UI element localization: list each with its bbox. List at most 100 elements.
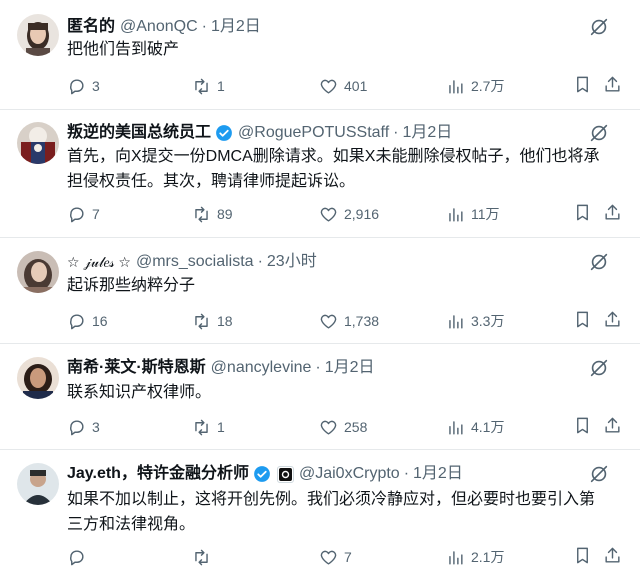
author-handle[interactable]: @mrs_socialista [136, 251, 254, 273]
reply-count: 16 [92, 313, 108, 329]
author-handle[interactable]: @RoguePOTUSStaff [238, 122, 389, 144]
repost-icon [195, 549, 208, 565]
like-icon [320, 420, 337, 435]
avatar[interactable] [17, 14, 59, 56]
repost-button[interactable]: 1 [192, 416, 225, 438]
like-button[interactable]: 2,916 [319, 203, 379, 225]
separator-dot: · [315, 359, 321, 376]
action-bar: 7 2.1万 [0, 546, 640, 568]
timestamp[interactable]: 1月2日 [325, 357, 375, 379]
separator-dot: · [201, 18, 207, 35]
reply-button[interactable]: 7 [67, 203, 100, 225]
like-count: 258 [344, 419, 368, 435]
repost-count: 1 [217, 419, 225, 435]
tweet[interactable]: Jay.eth，特许金融分析师 @Jai0xCrypto · 1月2日 如果不加… [0, 450, 640, 578]
repost-icon [195, 419, 208, 435]
bookmark-icon[interactable] [573, 203, 592, 222]
avatar[interactable] [17, 122, 59, 164]
views-count: 2.7万 [471, 78, 505, 94]
reply-icon [70, 78, 84, 94]
avatar[interactable] [17, 357, 59, 399]
like-button[interactable]: 401 [319, 75, 367, 97]
like-icon [320, 314, 337, 329]
repost-button[interactable]: 89 [192, 203, 233, 225]
tweet-text: 起诉那些纳粹分子 [67, 277, 196, 294]
grok-icon[interactable] [588, 463, 610, 485]
like-button[interactable]: 1,738 [319, 310, 379, 332]
tweet-text: 联系知识产权律师。 [67, 384, 212, 401]
repost-count: 89 [217, 206, 233, 222]
grok-icon[interactable] [588, 251, 610, 273]
like-icon [320, 79, 337, 94]
author-name[interactable]: 叛逆的美国总统员工 [67, 122, 211, 144]
like-count: 401 [344, 78, 368, 94]
like-icon [320, 207, 337, 222]
like-count: 7 [344, 549, 352, 565]
verified-badge-icon [254, 466, 270, 482]
share-icon[interactable] [603, 203, 622, 222]
tweet[interactable]: 南希·莱文·斯特恩斯 @nancylevine · 1月2日 联系知识产权律师。… [0, 344, 640, 450]
reply-count: 3 [92, 419, 100, 435]
bookmark-icon[interactable] [573, 546, 592, 565]
author-name[interactable]: 南希·莱文·斯特恩斯 [67, 357, 206, 379]
author-name[interactable]: ☆ 𝒿𝓊𝓁𝑒𝓈 ☆ [67, 251, 131, 273]
tweet[interactable]: 叛逆的美国总统员工 @RoguePOTUSStaff · 1月2日 首先，向X提… [0, 110, 640, 238]
author-handle[interactable]: @Jai0xCrypto [299, 463, 400, 485]
views-button[interactable]: 4.1万 [446, 416, 504, 438]
grok-icon[interactable] [588, 16, 610, 38]
like-icon [320, 550, 337, 565]
avatar[interactable] [17, 463, 59, 505]
action-bar: 3 1 258 4.1万 [0, 416, 640, 438]
views-button[interactable]: 2.1万 [446, 546, 504, 568]
timestamp[interactable]: 23小时 [267, 251, 317, 273]
repost-icon [195, 78, 208, 94]
bookmark-icon[interactable] [573, 310, 592, 329]
reply-button[interactable]: 3 [67, 75, 100, 97]
timestamp[interactable]: 1月2日 [413, 463, 463, 485]
author-handle[interactable]: @AnonQC [120, 16, 198, 38]
repost-button[interactable]: 1 [192, 75, 225, 97]
views-count: 4.1万 [471, 419, 505, 435]
share-icon[interactable] [603, 75, 622, 94]
reply-button[interactable]: 3 [67, 416, 100, 438]
bookmark-icon[interactable] [573, 75, 592, 94]
timestamp[interactable]: 1月2日 [402, 122, 452, 144]
separator-dot: · [403, 465, 410, 482]
reply-icon [70, 419, 84, 435]
author-name[interactable]: Jay.eth，特许金融分析师 [67, 463, 249, 485]
repost-count: 1 [217, 78, 225, 94]
repost-button[interactable] [192, 546, 217, 568]
views-button[interactable]: 2.7万 [446, 75, 504, 97]
views-icon [449, 207, 463, 222]
tweet-text: 首先，向X提交一份DMCA删除请求。如果X未能删除侵权帖子，他们也将承担侵权责任… [67, 148, 600, 190]
reply-feed: 匿名的 @AnonQC · 1月2日 把他们告到破产 3 1 401 2.7万 [0, 0, 640, 578]
share-icon[interactable] [603, 310, 622, 329]
share-icon[interactable] [603, 546, 622, 565]
avatar[interactable] [17, 251, 59, 293]
grok-icon[interactable] [588, 122, 610, 144]
bookmark-icon[interactable] [573, 416, 592, 435]
views-icon [449, 550, 463, 565]
reply-button[interactable] [67, 546, 92, 568]
like-button[interactable]: 258 [319, 416, 367, 438]
grok-icon[interactable] [588, 357, 610, 379]
timestamp[interactable]: 1月2日 [211, 16, 261, 38]
views-icon [449, 314, 463, 329]
reply-icon [70, 313, 84, 329]
tweet[interactable]: ☆ 𝒿𝓊𝓁𝑒𝓈 ☆ @mrs_socialista · 23小时 起诉那些纳粹分… [0, 238, 640, 344]
tweet-text: 如果不加以制止，这将开创先例。我们必须冷静应对，但必要时也要引入第三方和法律视角… [67, 491, 596, 533]
author-name[interactable]: 匿名的 [67, 16, 115, 38]
share-icon[interactable] [603, 416, 622, 435]
separator-dot: · [257, 253, 263, 270]
tweet[interactable]: 匿名的 @AnonQC · 1月2日 把他们告到破产 3 1 401 2.7万 [0, 0, 640, 110]
author-handle[interactable]: @nancylevine [211, 357, 312, 379]
views-button[interactable]: 3.3万 [446, 310, 504, 332]
reply-button[interactable]: 16 [67, 310, 108, 332]
separator-dot: · [393, 124, 399, 141]
action-bar: 16 18 1,738 3.3万 [0, 310, 640, 332]
like-button[interactable]: 7 [319, 546, 352, 568]
reply-count: 3 [92, 78, 100, 94]
views-button[interactable]: 11万 [446, 203, 500, 225]
like-count: 2,916 [344, 206, 380, 222]
repost-button[interactable]: 18 [192, 310, 233, 332]
